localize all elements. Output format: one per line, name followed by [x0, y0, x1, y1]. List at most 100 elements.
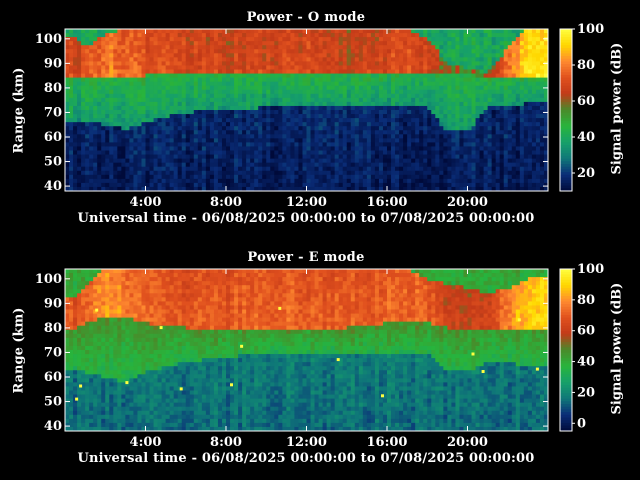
- heatmap-cell: [221, 142, 227, 147]
- heatmap-cell: [161, 81, 167, 87]
- heatmap-cell: [234, 150, 239, 155]
- heatmap-cell: [109, 114, 114, 119]
- heatmap-cell: [346, 150, 352, 155]
- heatmap-cell: [475, 85, 480, 91]
- heatmap-cell: [145, 114, 150, 119]
- heatmap-cell: [282, 61, 287, 66]
- heatmap-cell: [499, 158, 505, 164]
- heatmap-cell: [314, 37, 319, 42]
- heatmap-cell: [491, 45, 497, 50]
- heatmap-cell: [350, 170, 356, 176]
- colorbar-segment: [560, 166, 572, 170]
- heatmap-cell: [330, 45, 336, 50]
- heatmap-cell: [511, 33, 517, 38]
- heatmap-cell: [117, 89, 122, 95]
- heatmap-cell: [97, 154, 102, 159]
- heatmap-cell: [85, 41, 90, 46]
- heatmap-cell: [189, 118, 195, 123]
- heatmap-cell: [234, 118, 239, 123]
- heatmap-cell: [439, 182, 444, 188]
- heatmap-cell: [519, 174, 525, 180]
- heatmap-cell: [378, 170, 384, 176]
- heatmap-cell: [310, 105, 315, 111]
- heatmap-cell: [81, 97, 86, 103]
- heatmap-cell: [455, 110, 460, 115]
- heatmap-cell: [197, 45, 203, 50]
- heatmap-cell: [133, 93, 138, 99]
- heatmap-cell: [113, 81, 118, 87]
- heatmap-cell: [354, 41, 360, 46]
- heatmap-cell: [395, 45, 400, 50]
- heatmap-cell: [65, 114, 70, 119]
- heatmap-cell: [145, 85, 150, 91]
- heatmap-cell: [145, 138, 150, 143]
- heatmap-cell: [503, 122, 509, 127]
- heatmap-cell: [165, 138, 171, 143]
- heatmap-cell: [479, 158, 485, 164]
- heatmap-cell: [205, 73, 211, 78]
- heatmap-cell: [531, 154, 537, 159]
- heatmap-cell: [443, 134, 448, 139]
- heatmap-cell: [298, 166, 303, 172]
- heatmap-cell: [125, 61, 130, 66]
- heatmap-cell: [274, 97, 279, 103]
- heatmap-cell: [213, 150, 219, 155]
- heatmap-cell: [129, 138, 134, 143]
- heatmap-cell: [113, 114, 118, 119]
- heatmap-cell: [165, 33, 171, 38]
- heatmap-cell: [415, 45, 420, 50]
- heatmap-cell: [65, 45, 70, 50]
- heatmap-cell: [282, 110, 287, 115]
- heatmap-cell: [185, 122, 191, 127]
- heatmap-cell: [205, 182, 211, 188]
- heatmap-cell: [246, 150, 251, 155]
- heatmap-cell: [209, 105, 215, 111]
- heatmap-cell: [395, 146, 400, 151]
- heatmap-cell: [141, 114, 146, 119]
- heatmap-cell: [403, 162, 408, 168]
- heatmap-cell: [346, 178, 352, 184]
- heatmap-cell: [314, 110, 319, 115]
- heatmap-cell: [515, 130, 521, 135]
- heatmap-cell: [459, 53, 464, 58]
- heatmap-cell: [137, 126, 142, 131]
- heatmap-cell: [226, 61, 231, 66]
- heatmap-cell: [346, 37, 352, 42]
- heatmap-cell: [213, 162, 219, 168]
- heatmap-cell: [451, 158, 456, 164]
- heatmap-cell: [467, 138, 472, 143]
- x-tick-label: 20:00: [447, 195, 488, 210]
- heatmap-cell: [137, 33, 142, 38]
- heatmap-cell: [499, 146, 505, 151]
- heatmap-cell: [467, 182, 472, 188]
- heatmap-cell: [382, 93, 388, 99]
- heatmap-cell: [322, 126, 328, 131]
- heatmap-cell: [201, 158, 207, 164]
- heatmap-cell: [133, 126, 138, 131]
- heatmap-cell: [443, 97, 448, 103]
- heatmap-cell: [81, 77, 86, 83]
- heatmap-cell: [459, 29, 464, 34]
- heatmap-cell: [113, 65, 118, 70]
- heatmap-cell: [403, 146, 408, 151]
- heatmap-cell: [185, 134, 191, 139]
- heatmap-cell: [342, 150, 348, 155]
- heatmap-cell: [503, 33, 509, 38]
- heatmap-cell: [346, 65, 352, 70]
- heatmap-cell: [314, 105, 319, 111]
- heatmap-cell: [105, 81, 110, 87]
- heatmap-cell: [519, 122, 525, 127]
- heatmap-cell: [73, 29, 78, 34]
- heatmap-cell: [539, 126, 545, 131]
- heatmap-cell: [391, 41, 396, 46]
- heatmap-cell: [374, 154, 380, 159]
- heatmap-cell: [362, 174, 368, 180]
- heatmap-cell: [93, 170, 98, 176]
- heatmap-cell: [133, 61, 138, 66]
- heatmap-cell: [447, 37, 452, 42]
- heatmap-cell: [105, 142, 110, 147]
- heatmap-cell: [326, 73, 332, 78]
- heatmap-cell: [274, 89, 279, 95]
- heatmap-cell: [109, 182, 114, 188]
- heatmap-cell: [519, 178, 525, 184]
